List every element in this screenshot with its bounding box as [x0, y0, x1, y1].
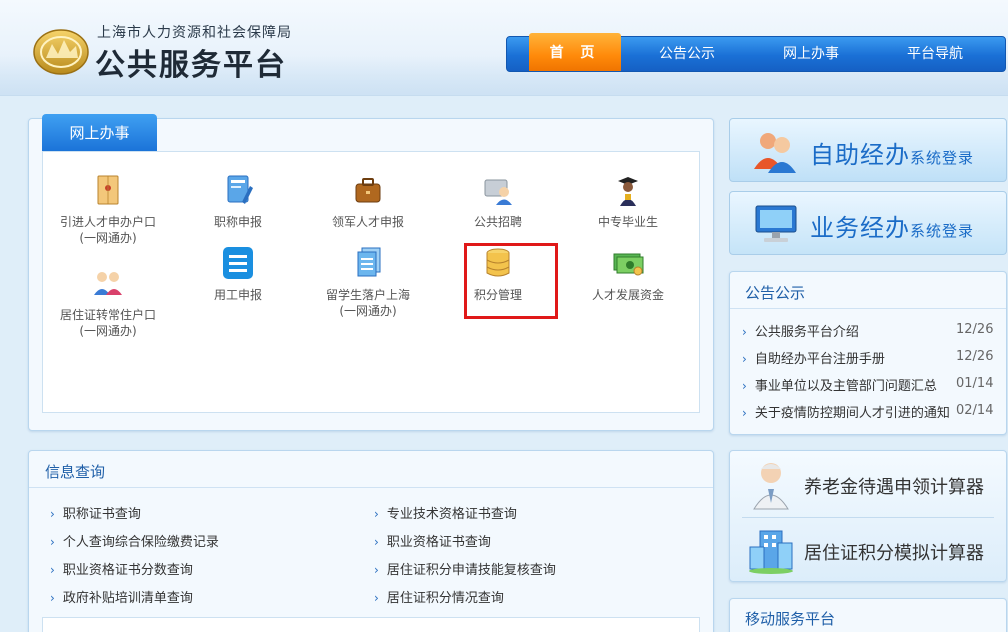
- query-link[interactable]: › 职业资格证书分数查询: [50, 559, 193, 578]
- query-link[interactable]: › 专业技术资格证书查询: [374, 503, 517, 522]
- calculator-label: 居住证积分模拟计算器: [804, 543, 984, 564]
- query-link[interactable]: › 职业资格证书查询: [374, 531, 491, 550]
- money-icon: [613, 253, 644, 276]
- chevron-right-icon: ›: [742, 379, 747, 393]
- nav-home[interactable]: 首 页: [529, 33, 621, 71]
- query-link[interactable]: › 政府补贴培训清单查询: [50, 587, 193, 606]
- nav-site-navigation[interactable]: 平台导航: [885, 37, 985, 71]
- recruit-icon: [484, 179, 512, 205]
- main-nav: 首 页 公告公示 网上办事 平台导航: [506, 33, 1006, 72]
- service-leading-talent[interactable]: 领军人才申报: [303, 172, 433, 230]
- service-label: 职称申报: [213, 215, 262, 229]
- chevron-right-icon: ›: [742, 352, 747, 366]
- notice-link[interactable]: › 自助经办平台注册手册: [742, 348, 885, 367]
- chevron-right-icon: ›: [374, 591, 379, 605]
- certificate-edit-icon: [227, 175, 253, 204]
- envelope-icon: [97, 175, 119, 205]
- calculators-panel: 养老金待遇申领计算器 居住证积分模拟计算器: [729, 450, 1007, 582]
- query-lower-area: [42, 617, 700, 632]
- service-title-declaration[interactable]: 职称申报: [173, 172, 303, 230]
- service-label: 引进人才申办户口: [59, 215, 156, 229]
- users-icon: [754, 133, 796, 173]
- service-label: 居住证转常住户口: [59, 308, 156, 322]
- notice-date: 12/26: [956, 322, 994, 337]
- elderly-man-icon: [753, 463, 789, 510]
- chevron-right-icon: ›: [742, 406, 747, 420]
- chevron-right-icon: ›: [50, 591, 55, 605]
- graduate-icon: [618, 177, 638, 206]
- chevron-right-icon: ›: [50, 535, 55, 549]
- notice-link[interactable]: › 公共服务平台介绍: [742, 321, 859, 340]
- banner-subtitle: 系统登录: [910, 222, 975, 240]
- chevron-right-icon: ›: [374, 563, 379, 577]
- building-icon: [749, 530, 793, 574]
- service-label: 人才发展资金: [591, 288, 664, 302]
- couple-icon: [94, 272, 122, 295]
- service-label: 领军人才申报: [331, 215, 404, 229]
- org-name: 上海市人力资源和社会保障局: [97, 25, 292, 41]
- list-document-icon: [223, 247, 253, 279]
- service-label: 用工申报: [213, 288, 262, 302]
- banner-title: 业务经办: [810, 214, 910, 242]
- site-title: 公共服务平台: [95, 48, 287, 83]
- nav-online-services[interactable]: 网上办事: [761, 37, 861, 71]
- gold-seal-icon[interactable]: [32, 22, 90, 76]
- service-label: 中专毕业生: [597, 215, 658, 229]
- service-residence-permit-hukou[interactable]: 居住证转常住户口 (一网通办): [43, 265, 173, 339]
- chevron-right-icon: ›: [742, 325, 747, 339]
- banner-title: 自助经办: [810, 141, 910, 169]
- calculator-label: 养老金待遇申领计算器: [804, 477, 984, 498]
- service-sublabel: (一网通办): [339, 304, 397, 318]
- info-query-title: 信息查询: [45, 463, 106, 481]
- monitor-icon: [755, 205, 797, 242]
- residence-points-calculator-link[interactable]: 居住证积分模拟计算器: [730, 517, 1008, 583]
- divider: [730, 308, 1006, 309]
- mobile-platform-title[interactable]: 移动服务平台: [745, 608, 835, 629]
- chevron-right-icon: ›: [374, 535, 379, 549]
- chevron-right-icon: ›: [50, 507, 55, 521]
- tab-online-services[interactable]: 网上办事: [42, 114, 157, 151]
- notice-date: 12/26: [956, 349, 994, 364]
- query-link[interactable]: › 职称证书查询: [50, 503, 141, 522]
- banner-subtitle: 系统登录: [910, 149, 975, 167]
- service-label: 公共招聘: [473, 215, 522, 229]
- briefcase-icon: [355, 178, 381, 203]
- chevron-right-icon: ›: [50, 563, 55, 577]
- header: 上海市人力资源和社会保障局 公共服务平台 首 页 公告公示 网上办事 平台导航: [0, 0, 1008, 96]
- notice-date: 01/14: [956, 376, 994, 391]
- notice-link[interactable]: › 事业单位以及主管部门问题汇总: [742, 375, 937, 394]
- service-talent-hukou[interactable]: 引进人才申办户口 (一网通办): [43, 172, 173, 246]
- documents-stack-icon: [357, 247, 381, 277]
- query-link[interactable]: › 居住证积分申请技能复核查询: [374, 559, 556, 578]
- notice-date: 02/14: [956, 403, 994, 418]
- query-link[interactable]: › 居住证积分情况查询: [374, 587, 504, 606]
- divider: [29, 487, 713, 488]
- highlight-annotation: [464, 243, 558, 319]
- business-login-banner[interactable]: 业务经办系统登录: [729, 191, 1007, 255]
- service-sublabel: (一网通办): [79, 324, 137, 338]
- service-talent-fund[interactable]: 人才发展资金: [563, 245, 693, 303]
- service-sublabel: (一网通办): [79, 231, 137, 245]
- notice-link[interactable]: › 关于疫情防控期间人才引进的通知: [742, 402, 950, 421]
- service-overseas-student-hukou[interactable]: 留学生落户上海 (一网通办): [303, 245, 433, 319]
- query-link[interactable]: › 个人查询综合保险缴费记录: [50, 531, 219, 550]
- mobile-platform-panel: 移动服务平台: [729, 598, 1007, 632]
- pension-calculator-link[interactable]: 养老金待遇申领计算器: [730, 451, 1008, 517]
- service-public-recruitment[interactable]: 公共招聘: [433, 172, 563, 230]
- service-employment-declaration[interactable]: 用工申报: [173, 245, 303, 303]
- notice-title: 公告公示: [745, 284, 806, 302]
- service-label: 留学生落户上海: [325, 288, 410, 302]
- chevron-right-icon: ›: [374, 507, 379, 521]
- self-service-login-banner[interactable]: 自助经办系统登录: [729, 118, 1007, 182]
- nav-announcements[interactable]: 公告公示: [637, 37, 737, 71]
- service-vocational-graduate[interactable]: 中专毕业生: [563, 172, 693, 230]
